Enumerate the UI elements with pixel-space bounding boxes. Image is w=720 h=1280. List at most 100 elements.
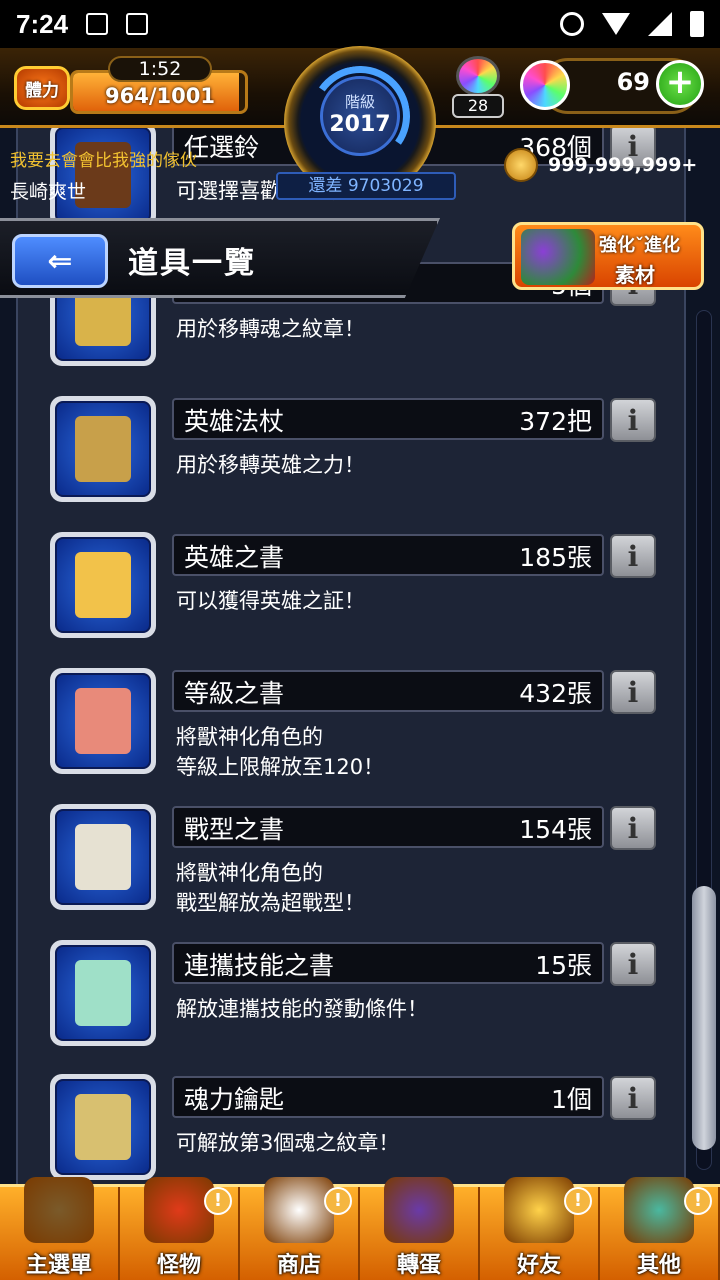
item-icon-frame[interactable] bbox=[50, 940, 156, 1046]
item-glyph-icon bbox=[75, 960, 131, 1026]
item-icon bbox=[55, 537, 151, 633]
rank-badge: 階級 2017 bbox=[320, 76, 400, 156]
item-count: 1個 bbox=[551, 1085, 592, 1114]
rank-label: 階級 bbox=[344, 93, 375, 111]
orb-count: 69 bbox=[616, 68, 650, 96]
item-icon-frame[interactable] bbox=[50, 804, 156, 910]
item-glyph-icon bbox=[75, 688, 131, 754]
scrollbar-thumb[interactable] bbox=[692, 886, 716, 1150]
list-item[interactable]: 連攜技能之書 15張 i 解放連攜技能的發動條件！ bbox=[18, 940, 684, 1060]
list-item[interactable]: 戰型之書 154張 i 將獸神化角色的 戰型解放為超戰型！ bbox=[18, 804, 684, 924]
item-icon-frame[interactable] bbox=[50, 1074, 156, 1180]
list-item[interactable]: 等級之書 432張 i 將獸神化角色的 等級上限解放至120！ bbox=[18, 668, 684, 788]
item-glyph-icon bbox=[75, 824, 131, 890]
item-count: 154張 bbox=[519, 815, 592, 844]
item-icon bbox=[55, 401, 151, 497]
stamina-timer: 1:52 bbox=[108, 56, 212, 82]
nav-item[interactable]: 其他! bbox=[600, 1177, 720, 1280]
item-info-button[interactable]: i bbox=[610, 806, 656, 850]
info-icon: i bbox=[627, 811, 639, 845]
nav-item[interactable]: 主選單 bbox=[0, 1177, 120, 1280]
status-time: 7:24 bbox=[16, 8, 69, 39]
item-info-button[interactable]: i bbox=[610, 1076, 656, 1120]
item-name: 英雄法杖 bbox=[184, 407, 285, 436]
nav-icon bbox=[144, 1177, 214, 1243]
item-info-button[interactable]: i bbox=[610, 398, 656, 442]
item-count: 432張 bbox=[519, 679, 592, 708]
signal-icon bbox=[648, 12, 672, 36]
nav-item[interactable]: 轉蛋 bbox=[360, 1177, 480, 1280]
battery-icon bbox=[690, 11, 704, 37]
item-info-button[interactable]: i bbox=[610, 942, 656, 986]
item-name: 魂力鑰匙 bbox=[184, 1085, 285, 1114]
list-item[interactable]: 魂力鑰匙 1個 i 可解放第3個魂之紋章！ bbox=[18, 1074, 684, 1188]
stamina-value: 964/1001 bbox=[105, 84, 215, 108]
gacha-ticket-badge[interactable]: 28 bbox=[448, 54, 508, 118]
item-description: 用於移轉英雄之力！ bbox=[176, 453, 365, 477]
nav-label: 好友 bbox=[516, 1253, 561, 1278]
player-title: 我要去會會比我強的傢伙 bbox=[10, 151, 197, 171]
nav-item[interactable]: 商店! bbox=[240, 1177, 360, 1280]
item-icon bbox=[55, 809, 151, 905]
back-button[interactable]: ⇐ bbox=[12, 234, 108, 288]
nav-icon bbox=[24, 1177, 94, 1243]
evolution-material-button[interactable]: 強化ˇ進化 素材 bbox=[512, 222, 704, 290]
info-icon: i bbox=[627, 403, 639, 437]
list-item[interactable]: 英雄之書 185張 i 可以獲得英雄之証！ bbox=[18, 532, 684, 652]
list-item[interactable]: 英雄法杖 372把 i 用於移轉英雄之力！ bbox=[18, 396, 684, 516]
alarm-icon bbox=[560, 12, 584, 36]
item-icon-frame[interactable] bbox=[50, 532, 156, 638]
item-info-button[interactable]: i bbox=[610, 534, 656, 578]
add-orb-button[interactable]: + bbox=[656, 60, 704, 108]
item-info-button[interactable]: i bbox=[610, 670, 656, 714]
status-bar: 7:24 bbox=[0, 0, 720, 48]
player-name: 長崎爽世 bbox=[10, 181, 87, 203]
gold-display: 999,999,999+ bbox=[504, 148, 697, 182]
evolution-label-2: 素材 bbox=[615, 263, 655, 287]
gold-value: 999,999,999+ bbox=[548, 154, 698, 176]
nav-item[interactable]: 怪物! bbox=[120, 1177, 240, 1280]
stamina-badge: 體力 bbox=[14, 66, 70, 110]
item-icon-frame[interactable] bbox=[50, 396, 156, 502]
image-notification-icon bbox=[86, 13, 109, 35]
coin-icon bbox=[504, 148, 538, 182]
next-rank-exp: 還差 9703029 bbox=[276, 172, 456, 200]
info-icon: i bbox=[627, 947, 639, 981]
text-notification-icon bbox=[126, 13, 149, 35]
orb-icon bbox=[520, 60, 570, 110]
item-glyph-icon bbox=[75, 416, 131, 482]
bottom-nav: 主選單 怪物! 商店! 轉蛋 好友! 其他! bbox=[0, 1177, 720, 1280]
back-arrow-icon: ⇐ bbox=[47, 243, 73, 279]
nav-icon bbox=[504, 1177, 574, 1243]
wifi-icon bbox=[602, 13, 630, 35]
nav-label: 商店 bbox=[276, 1253, 321, 1278]
alert-icon: ! bbox=[564, 1187, 592, 1215]
item-icon-frame[interactable] bbox=[50, 668, 156, 774]
alert-icon: ! bbox=[684, 1187, 712, 1215]
item-count: 15張 bbox=[535, 951, 592, 980]
item-name: 英雄之書 bbox=[184, 543, 285, 572]
item-glyph-icon bbox=[75, 1094, 131, 1160]
item-name: 等級之書 bbox=[184, 679, 285, 708]
evolution-label-1: 強化ˇ進化 bbox=[599, 235, 680, 256]
nav-icon bbox=[264, 1177, 334, 1243]
nav-label: 其他 bbox=[636, 1253, 681, 1278]
item-description: 可解放第3個魂之紋章！ bbox=[176, 1131, 400, 1155]
item-description: 解放連攜技能的發動條件！ bbox=[176, 997, 428, 1021]
item-count: 372把 bbox=[519, 407, 592, 436]
nav-label: 主選單 bbox=[25, 1253, 92, 1278]
item-glyph-icon bbox=[75, 552, 131, 618]
item-count: 185張 bbox=[519, 543, 592, 572]
nav-item[interactable]: 好友! bbox=[480, 1177, 600, 1280]
info-icon: i bbox=[627, 675, 639, 709]
nav-label: 怪物 bbox=[156, 1253, 201, 1278]
item-icon bbox=[55, 673, 151, 769]
gacha-orb-icon bbox=[456, 56, 500, 96]
nav-label: 轉蛋 bbox=[396, 1253, 441, 1278]
item-icon bbox=[55, 1079, 151, 1175]
player-info: 我要去會會比我強的傢伙 長崎爽世 bbox=[10, 146, 197, 204]
item-name: 戰型之書 bbox=[184, 815, 285, 844]
gacha-count: 28 bbox=[452, 94, 504, 118]
rank-value: 2017 bbox=[329, 112, 391, 137]
evolution-material-icon bbox=[521, 229, 595, 285]
